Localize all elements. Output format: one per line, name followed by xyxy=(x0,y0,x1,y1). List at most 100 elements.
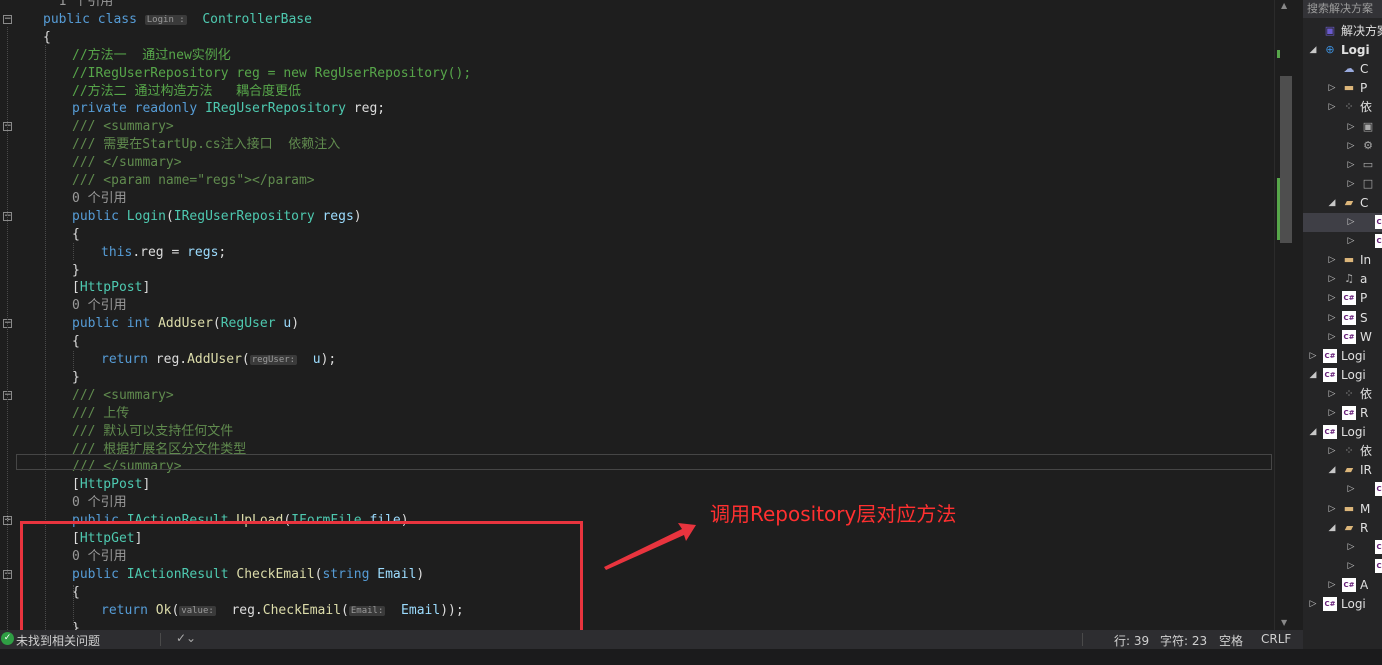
collapsed-arrow-icon[interactable]: ▷ xyxy=(1327,289,1337,308)
tree-item[interactable]: ▷ ▬ P xyxy=(1303,79,1382,98)
code-line[interactable]: 1 个引用 xyxy=(43,0,114,11)
tree-item[interactable]: ☁ C xyxy=(1303,60,1382,79)
code-line[interactable]: /// 默认可以支持任何文件 xyxy=(72,423,233,441)
collapsed-arrow-icon[interactable]: ▷ xyxy=(1308,347,1318,366)
collapsed-arrow-icon[interactable]: ▷ xyxy=(1346,538,1356,557)
expanded-arrow-icon[interactable]: ◢ xyxy=(1308,423,1318,442)
issues-status[interactable]: 未找到相关问题 xyxy=(16,632,100,649)
editor-vertical-scrollbar[interactable]: ▲ ▼ xyxy=(1274,0,1297,630)
tree-item-label: P xyxy=(1360,291,1368,306)
collapse-icon[interactable]: − xyxy=(3,14,12,24)
tree-item[interactable]: ▷ ▭ xyxy=(1303,156,1382,175)
code-line[interactable]: 0 个引用 xyxy=(72,297,127,315)
tree-item[interactable]: ▷ ⁘ 依 xyxy=(1303,442,1382,461)
code-line[interactable]: /// <summary> xyxy=(72,387,174,405)
code-line[interactable]: /// <summary> xyxy=(72,118,174,136)
tree-item[interactable]: ◢ ⊕ Logi xyxy=(1303,41,1382,60)
collapsed-arrow-icon[interactable]: ▷ xyxy=(1346,557,1356,576)
expanded-arrow-icon[interactable]: ◢ xyxy=(1327,194,1337,213)
expanded-arrow-icon[interactable]: ◢ xyxy=(1327,519,1337,538)
tree-item[interactable]: ▷ C# P xyxy=(1303,289,1382,308)
collapsed-arrow-icon[interactable]: ▷ xyxy=(1327,309,1337,328)
tree-item[interactable]: ▷ ♫ a xyxy=(1303,270,1382,289)
collapsed-arrow-icon[interactable]: ▷ xyxy=(1327,79,1337,98)
collapsed-arrow-icon[interactable]: ▷ xyxy=(1327,404,1337,423)
expanded-arrow-icon[interactable]: ◢ xyxy=(1327,461,1337,480)
collapsed-arrow-icon[interactable]: ▷ xyxy=(1346,118,1356,137)
scroll-up-icon[interactable]: ▲ xyxy=(1281,1,1287,10)
tree-item[interactable]: ◢ ▰ R xyxy=(1303,519,1382,538)
collapsed-arrow-icon[interactable]: ▷ xyxy=(1327,98,1337,117)
tree-item[interactable]: ◢ ▰ IR xyxy=(1303,461,1382,480)
tree-item[interactable]: ◢ C# Logi xyxy=(1303,366,1382,385)
code-line[interactable]: this.reg = regs; xyxy=(101,244,226,262)
tree-item[interactable]: ▷ C# Logi xyxy=(1303,347,1382,366)
char-number[interactable]: 字符: 23 xyxy=(1160,632,1207,649)
code-line[interactable]: private readonly IRegUserRepository reg; xyxy=(72,100,385,118)
code-line[interactable]: return reg.AddUser(regUser: u); xyxy=(101,351,336,369)
code-line[interactable]: public Login(IRegUserRepository regs) xyxy=(72,208,362,226)
code-line[interactable]: 0 个引用 xyxy=(72,190,127,208)
tree-item[interactable]: ▷ C# xyxy=(1303,557,1382,576)
tree-item[interactable]: ▷ ⁘ 依 xyxy=(1303,98,1382,117)
collapsed-arrow-icon[interactable]: ▷ xyxy=(1327,328,1337,347)
tree-item[interactable]: ▷ ▣ xyxy=(1303,118,1382,137)
tree-item[interactable]: ▷ ▬ In xyxy=(1303,251,1382,270)
collapsed-arrow-icon[interactable]: ▷ xyxy=(1346,137,1356,156)
tree-item[interactable]: ▷ C# W xyxy=(1303,328,1382,347)
collapsed-arrow-icon[interactable]: ▷ xyxy=(1327,251,1337,270)
code-line[interactable]: 0 个引用 xyxy=(72,494,127,512)
tree-item[interactable]: ▷ C# S xyxy=(1303,309,1382,328)
code-line[interactable]: //方法一 通过new实例化 xyxy=(72,47,231,65)
tree-item[interactable]: ▷ C# xyxy=(1303,213,1382,232)
code-line[interactable]: [HttpPost] xyxy=(72,279,150,297)
tree-item[interactable]: ▷ ⁘ 依 xyxy=(1303,385,1382,404)
code-line[interactable]: /// 需要在StartUp.cs注入接口 依赖注入 xyxy=(72,136,340,154)
tree-item[interactable]: ▷ C# A xyxy=(1303,576,1382,595)
code-line[interactable]: /// 上传 xyxy=(72,405,129,423)
code-line[interactable]: } xyxy=(72,262,80,280)
collapsed-arrow-icon[interactable]: ▷ xyxy=(1346,480,1356,499)
line-number[interactable]: 行: 39 xyxy=(1114,632,1149,649)
expanded-arrow-icon[interactable]: ◢ xyxy=(1308,366,1318,385)
collapsed-arrow-icon[interactable]: ▷ xyxy=(1346,213,1356,232)
code-line[interactable]: /// </summary> xyxy=(72,154,182,172)
code-line[interactable]: { xyxy=(72,333,80,351)
tree-item[interactable]: ◢ ▰ C xyxy=(1303,194,1382,213)
code-line[interactable]: { xyxy=(72,226,80,244)
collapsed-arrow-icon[interactable]: ▷ xyxy=(1327,442,1337,461)
collapsed-arrow-icon[interactable]: ▷ xyxy=(1346,175,1356,194)
collapsed-arrow-icon[interactable]: ▷ xyxy=(1308,595,1318,614)
expanded-arrow-icon[interactable]: ◢ xyxy=(1308,41,1318,60)
solution-search-input[interactable]: 搜索解决方案 xyxy=(1303,0,1382,18)
code-line[interactable]: } xyxy=(72,369,80,387)
tree-item[interactable]: ▷ □ xyxy=(1303,175,1382,194)
collapsed-arrow-icon[interactable]: ▷ xyxy=(1327,576,1337,595)
code-line[interactable]: //方法二 通过构造方法 耦合度更低 xyxy=(72,83,301,101)
tree-item[interactable]: ▣ 解决方案 xyxy=(1303,22,1382,41)
tree-item[interactable]: ▷ C# xyxy=(1303,232,1382,251)
code-line[interactable]: /// <param name="regs"></param> xyxy=(72,172,315,190)
collapsed-arrow-icon[interactable]: ▷ xyxy=(1327,500,1337,519)
tree-item[interactable]: ▷ C# R xyxy=(1303,404,1382,423)
whitespace-mode[interactable]: 空格 xyxy=(1219,632,1243,649)
tree-item[interactable]: ▷ C# Logi xyxy=(1303,595,1382,614)
code-cleanup-icon[interactable]: ✓⌄ xyxy=(176,631,196,645)
code-line[interactable]: [HttpPost] xyxy=(72,476,150,494)
tree-item[interactable]: ▷ C# xyxy=(1303,480,1382,499)
code-editor[interactable]: 1 个引用 public class Login : ControllerBase… xyxy=(0,0,1274,630)
line-ending[interactable]: CRLF xyxy=(1261,632,1291,646)
tree-item[interactable]: ◢ C# Logi xyxy=(1303,423,1382,442)
tree-item[interactable]: ▷ ⚙ xyxy=(1303,137,1382,156)
tree-item[interactable]: ▷ C# xyxy=(1303,538,1382,557)
collapsed-arrow-icon[interactable]: ▷ xyxy=(1327,385,1337,404)
collapsed-arrow-icon[interactable]: ▷ xyxy=(1346,156,1356,175)
code-line[interactable]: //IRegUserRepository reg = new RegUserRe… xyxy=(72,65,471,83)
collapsed-arrow-icon[interactable]: ▷ xyxy=(1346,232,1356,251)
scroll-down-icon[interactable]: ▼ xyxy=(1281,618,1287,627)
tree-item[interactable]: ▷ ▬ M xyxy=(1303,500,1382,519)
collapsed-arrow-icon[interactable]: ▷ xyxy=(1327,270,1337,289)
code-line[interactable]: public int AddUser(RegUser u) xyxy=(72,315,299,333)
scrollbar-thumb[interactable] xyxy=(1280,76,1292,243)
code-line[interactable]: public class Login : ControllerBase xyxy=(43,11,312,29)
